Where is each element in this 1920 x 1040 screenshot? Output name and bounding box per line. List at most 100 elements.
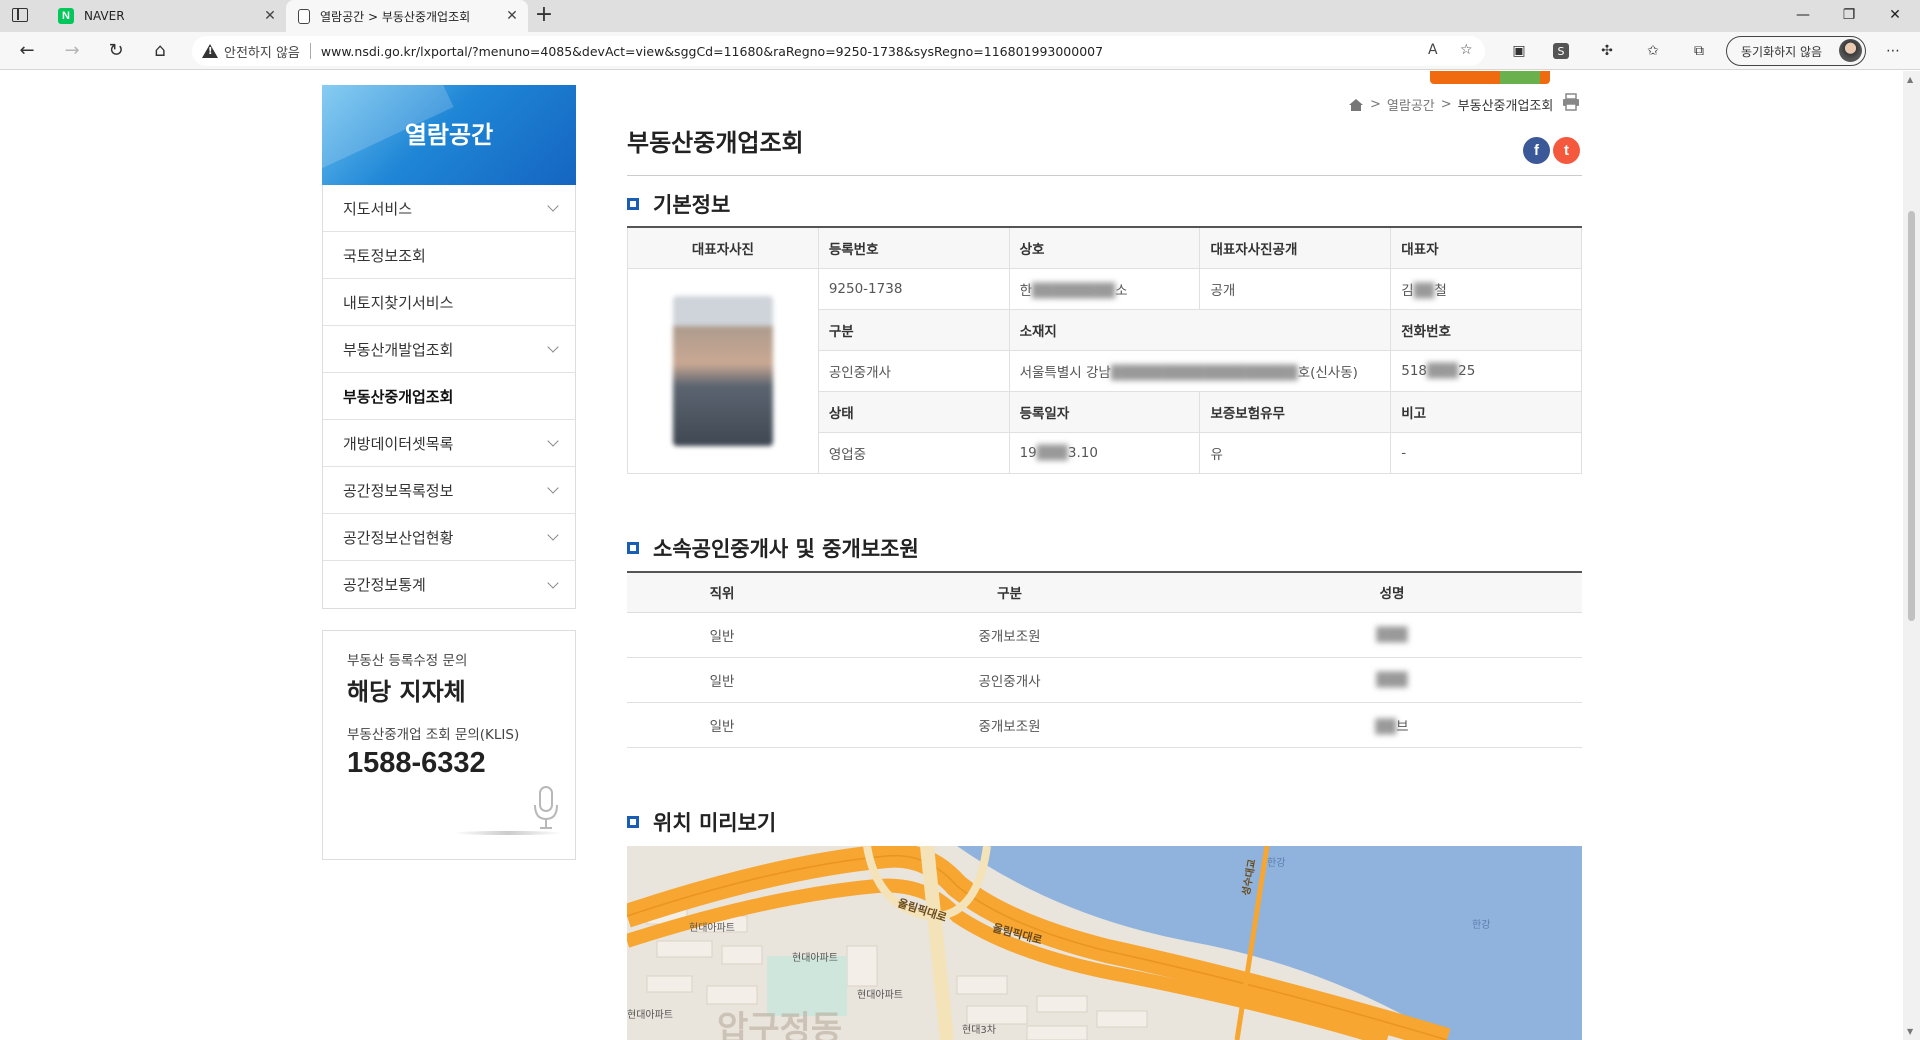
extension-icon[interactable]: ▣: [1509, 41, 1529, 61]
map-label: 현대아파트: [792, 952, 838, 964]
new-tab-button[interactable]: +: [532, 4, 556, 28]
table-header: 비고: [1390, 390, 1582, 433]
breadcrumb-current: 부동산중개업조회: [1457, 99, 1554, 114]
masked-text: ███: [1376, 671, 1408, 688]
map-label: 현대아파트: [627, 1009, 673, 1021]
sidebar-item-land-info[interactable]: 국토정보조회: [323, 232, 575, 279]
sidebar-item-map-service[interactable]: 지도서비스: [323, 185, 575, 232]
scrollbar-thumb[interactable]: [1908, 211, 1915, 621]
avatar: [1839, 39, 1862, 62]
map-label: 현대아파트: [689, 922, 735, 934]
url-text[interactable]: www.nsdi.go.kr/lxportal/?menuno=4085&dev…: [321, 44, 1103, 59]
tab-actions-icon[interactable]: [12, 8, 28, 22]
breadcrumb-separator: >: [1370, 97, 1381, 112]
reg-date-value: 19███3.10: [1008, 431, 1201, 474]
date-suffix: 3.10: [1067, 444, 1098, 461]
table-header: 전화번호: [1390, 308, 1582, 351]
tab-title: 열람공간 > 부동산중개업조회: [320, 9, 471, 24]
business-name-value: 한████████소: [1008, 267, 1201, 310]
section-title-text: 위치 미리보기: [653, 811, 777, 835]
ceo-value: 김██철: [1390, 267, 1582, 310]
close-window-button[interactable]: ✕: [1872, 0, 1918, 32]
tab-strip: N NAVER ✕ 열람공간 > 부동산중개업조회 ✕ + — ❐ ✕: [0, 0, 1920, 32]
read-aloud-icon[interactable]: A: [1428, 42, 1438, 58]
section-bullet-icon: [627, 198, 639, 210]
address-visible: 서울특별시 강남: [1019, 364, 1111, 381]
s-extension-icon[interactable]: S: [1553, 43, 1569, 59]
sidebar-item-developer-lookup[interactable]: 부동산개발업조회: [323, 326, 575, 373]
sidebar-item-statistics[interactable]: 공간정보통계: [323, 561, 575, 608]
back-button[interactable]: ←: [13, 38, 41, 64]
location-map[interactable]: 올림픽대로 올림픽대로 현대아파트 현대아파트 현대아파트 현대아파트 현대3차…: [627, 846, 1582, 1040]
contact-label: 부동산 등록수정 문의: [347, 653, 468, 669]
table-header: 대표자사진: [627, 226, 819, 269]
table-header: 구분: [817, 308, 1010, 351]
name-cell: ███: [1202, 657, 1582, 703]
naver-icon: N: [58, 8, 74, 24]
more-menu-icon[interactable]: ⋯: [1883, 41, 1903, 61]
scroll-up-icon[interactable]: ▲: [1907, 75, 1913, 84]
url-field[interactable]: 안전하지 않음 www.nsdi.go.kr/lxportal/?menuno=…: [192, 36, 1485, 66]
address-bar: ← → ↻ ⌂ 안전하지 않음 www.nsdi.go.kr/lxportal/…: [0, 32, 1920, 70]
staff-table: 직위 구분 성명 일반 중개보조원 ███ 일반 공인중개사 ███ 일반 중개…: [627, 571, 1582, 748]
sidebar-item-broker-lookup[interactable]: 부동산중개업조회: [323, 373, 575, 420]
tab-active[interactable]: 열람공간 > 부동산중개업조회 ✕: [286, 0, 528, 32]
table-header: 직위: [627, 572, 817, 613]
forward-button[interactable]: →: [58, 38, 86, 64]
page-scrollbar[interactable]: ▲ ▼: [1903, 71, 1920, 1040]
top-banner-fragment: [1430, 71, 1550, 84]
masked-text: ███: [1376, 626, 1408, 643]
twitter-share-icon[interactable]: t: [1553, 137, 1580, 164]
home-icon[interactable]: [1348, 98, 1364, 112]
sync-label: 동기화하지 않음: [1741, 44, 1823, 59]
home-button[interactable]: ⌂: [146, 38, 174, 64]
map-label: 현대3차: [962, 1024, 996, 1036]
chevron-down-icon: [547, 529, 559, 541]
table-header: 대표자: [1390, 226, 1582, 269]
sidebar-item-find-my-land[interactable]: 내토지찾기서비스: [323, 279, 575, 326]
minimize-button[interactable]: —: [1780, 0, 1826, 32]
sidebar-item-spatial-catalog[interactable]: 공간정보목록정보: [323, 467, 575, 514]
phone-prefix: 518: [1401, 362, 1428, 379]
type-cell: 중개보조원: [817, 612, 1202, 658]
contact-box: 부동산 등록수정 문의 해당 지자체 부동산중개업 조회 문의(KLIS) 15…: [322, 630, 576, 860]
sidebar-item-open-datasets[interactable]: 개방데이터셋목록: [323, 420, 575, 467]
add-favorite-icon[interactable]: ☆: [1460, 42, 1473, 58]
sidebar-header-title: 열람공간: [404, 121, 494, 149]
favorites-icon[interactable]: ✩: [1643, 41, 1663, 61]
masked-text: ████████: [1032, 282, 1116, 299]
sidebar-item-industry-status[interactable]: 공간정보산업현황: [323, 514, 575, 561]
insurance-value: 유: [1199, 431, 1392, 474]
print-icon[interactable]: [1562, 93, 1580, 111]
tab-naver[interactable]: N NAVER ✕: [46, 0, 286, 32]
table-row: 일반 중개보조원 ██브: [627, 702, 1582, 748]
breadcrumb-section[interactable]: 열람공간: [1387, 95, 1435, 114]
masked-text: ███: [1427, 362, 1459, 379]
date-prefix: 19: [1019, 444, 1037, 461]
refresh-button[interactable]: ↻: [102, 38, 130, 64]
name-cell: ███: [1202, 612, 1582, 658]
section-title-text: 기본정보: [653, 193, 731, 217]
warning-icon[interactable]: [202, 44, 218, 58]
address-value: 서울특별시 강남██████████████████호(신사동): [1008, 349, 1392, 392]
scroll-down-icon[interactable]: ▼: [1907, 1027, 1913, 1036]
profile-sync-button[interactable]: 동기화하지 않음: [1726, 36, 1866, 66]
contact-label: 부동산중개업 조회 문의(KLIS): [347, 727, 520, 743]
table-header: 구분: [817, 572, 1202, 613]
extensions-icon[interactable]: ✣: [1597, 41, 1617, 61]
contact-phone: 1588-6332: [347, 747, 486, 779]
divider: [627, 175, 1582, 176]
table-header: 소재지: [1008, 308, 1392, 351]
collections-icon[interactable]: ⧉: [1689, 41, 1709, 61]
facebook-share-icon[interactable]: f: [1523, 137, 1550, 164]
table-header: 성명: [1202, 572, 1582, 613]
not-secure-label[interactable]: 안전하지 않음: [224, 42, 300, 61]
tab-close-icon[interactable]: ✕: [260, 8, 280, 24]
sidebar-item-label: 공간정보산업현황: [343, 528, 454, 547]
tab-close-icon[interactable]: ✕: [502, 8, 522, 24]
restore-button[interactable]: ❐: [1826, 0, 1872, 32]
chevron-down-icon: [547, 576, 559, 589]
map-canvas[interactable]: 올림픽대로 올림픽대로 현대아파트 현대아파트 현대아파트 현대아파트 현대3차…: [627, 846, 1582, 1040]
section-title-basic-info: 기본정보: [627, 189, 730, 219]
name-suffix: 소: [1115, 282, 1128, 299]
